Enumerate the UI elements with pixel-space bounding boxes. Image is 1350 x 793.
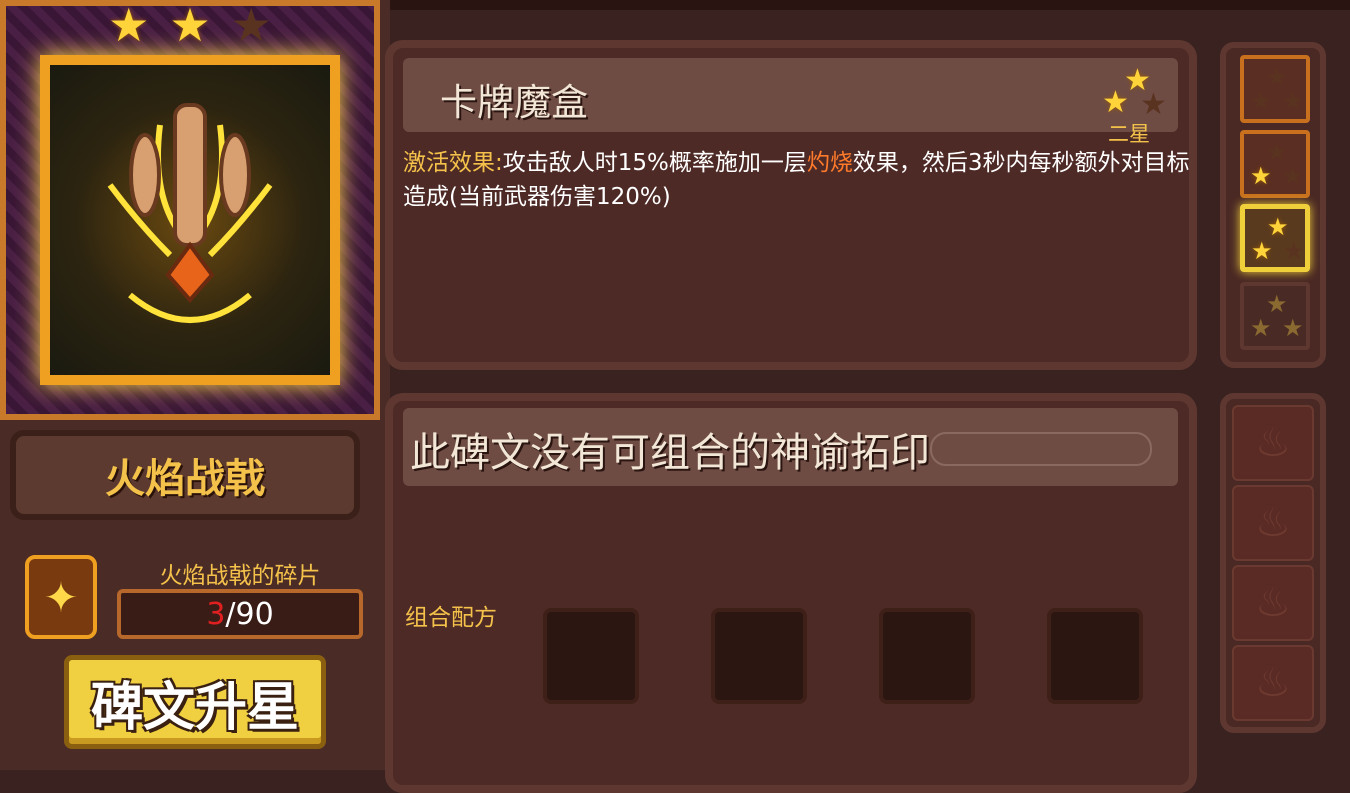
star-icon: ★ (1266, 290, 1288, 318)
star-empty-icon: ★ (1282, 87, 1304, 115)
star-empty-icon: ★ (1283, 237, 1305, 265)
grade-star-cluster: ★ ★ ★ (1100, 66, 1170, 122)
shard-current-count: 3 (206, 596, 226, 632)
locked-slot-icon[interactable]: ♨ (1232, 645, 1314, 721)
star-icon: ★ (1282, 314, 1304, 342)
effect-burn-keyword: 灼烧 (806, 150, 853, 176)
star-empty-icon: ★ (230, 0, 272, 52)
tier-3-star-button[interactable]: ★ ★ ★ (1240, 282, 1310, 350)
shard-icon[interactable]: ✦ (25, 555, 97, 639)
recipe-label: 组合配方 (405, 605, 497, 631)
top-bar (390, 0, 1350, 10)
recipe-slot[interactable] (1047, 608, 1143, 704)
locked-slot-icon[interactable]: ♨ (1232, 405, 1314, 481)
flame-halberd-icon (107, 103, 273, 323)
tier-1-star-button[interactable]: ★ ★ ★ (1240, 130, 1310, 198)
effect-label: 激活效果: (403, 150, 503, 176)
star-empty-icon: ★ (1282, 162, 1304, 190)
star-icon: ★ (1267, 213, 1289, 241)
effect-text-part1: 攻击敌人时15%概率施加一层 (502, 150, 807, 176)
card-title: 卡牌魔盒 (440, 81, 588, 124)
shard-progress-bar: 3/90 (117, 589, 363, 639)
star-icon: ★ (1102, 85, 1129, 120)
combo-header-track (930, 432, 1152, 466)
combo-title: 此碑文没有可组合的神谕拓印 (410, 430, 930, 476)
star-empty-icon: ★ (1266, 138, 1288, 166)
tier-2-star-button[interactable]: ★ ★ ★ (1240, 204, 1310, 272)
rune-star-rating: ★ ★ ★ (70, 0, 310, 50)
upgrade-star-label: 碑文升星 (90, 677, 299, 738)
upgrade-star-button[interactable]: 碑文升星 (64, 655, 326, 749)
star-grade-label: 二星 (1108, 122, 1150, 146)
star-icon: ★ (169, 0, 211, 52)
locked-slot-icon[interactable]: ♨ (1232, 565, 1314, 641)
recipe-slot[interactable] (543, 608, 639, 704)
rune-name: 火焰战戟 (105, 456, 265, 502)
shard-label: 火焰战戟的碎片 (159, 563, 321, 589)
star-icon: ★ (1251, 237, 1273, 265)
star-empty-icon: ★ (1250, 87, 1272, 115)
star-icon: ★ (108, 0, 150, 52)
rune-name-plate: 火焰战戟 (10, 430, 360, 520)
shard-total-count: /90 (225, 596, 274, 632)
effect-description: 激活效果:攻击敌人时15%概率施加一层灼烧效果，然后3秒内每秒额外对目标造成(当… (403, 146, 1193, 214)
star-empty-icon: ★ (1140, 87, 1167, 122)
rune-card-art (40, 55, 340, 385)
star-icon: ★ (1250, 314, 1272, 342)
recipe-slot[interactable] (711, 608, 807, 704)
tier-0-star-button[interactable]: ★ ★ ★ (1240, 55, 1310, 123)
star-icon: ★ (1250, 162, 1272, 190)
recipe-slot[interactable] (879, 608, 975, 704)
star-empty-icon: ★ (1266, 63, 1288, 91)
locked-slot-icon[interactable]: ♨ (1232, 485, 1314, 561)
